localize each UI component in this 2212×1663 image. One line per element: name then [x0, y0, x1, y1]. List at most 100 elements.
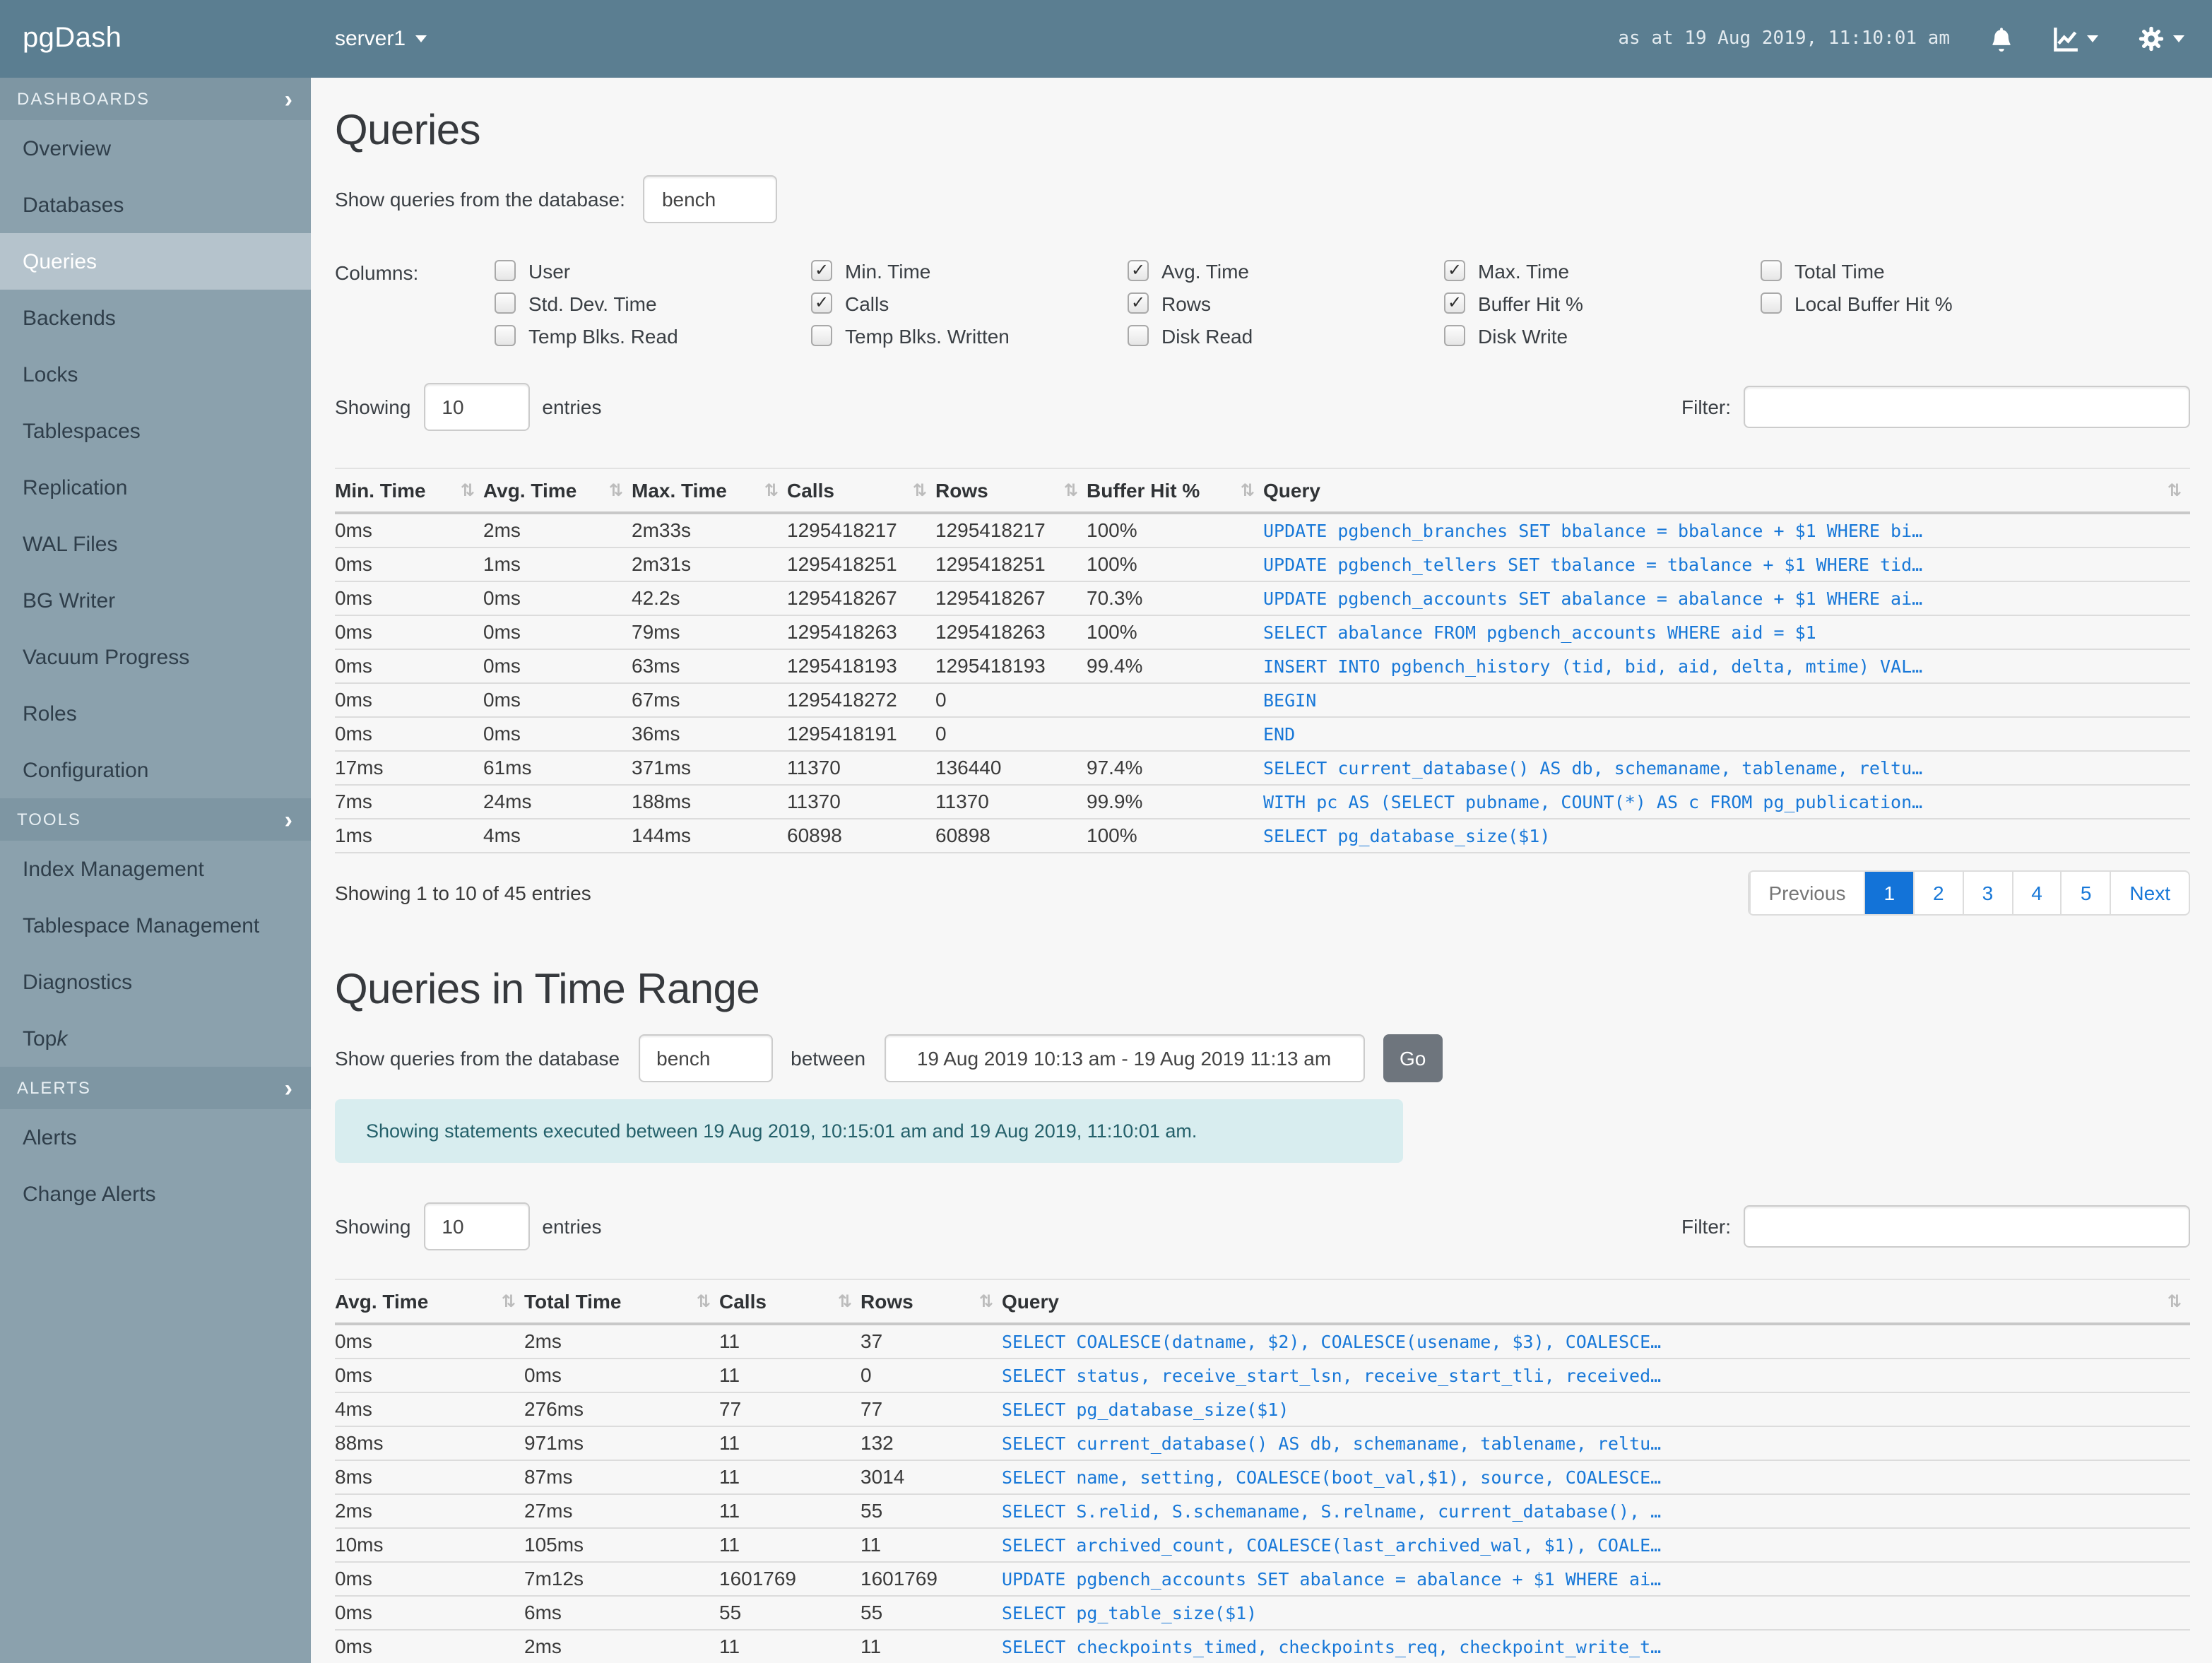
cell-calls: 11 — [719, 1460, 860, 1495]
query-link[interactable]: SELECT pg_table_size($1) — [1002, 1602, 2176, 1623]
query-link[interactable]: WITH pc AS (SELECT pubname, COUNT(*) AS … — [1263, 791, 2176, 812]
query-link[interactable]: SELECT checkpoints_timed, checkpoints_re… — [1002, 1636, 2176, 1657]
sort-icon[interactable] — [2167, 480, 2182, 500]
column-header[interactable]: Calls — [719, 1279, 860, 1325]
filter-input[interactable] — [1744, 1205, 2190, 1248]
sort-icon[interactable] — [1064, 480, 1078, 500]
sidebar-item[interactable]: Roles — [0, 685, 311, 742]
checkbox[interactable] — [1444, 325, 1465, 346]
server-selector[interactable]: server1 — [335, 27, 427, 51]
sort-icon[interactable] — [913, 480, 927, 500]
column-header[interactable]: Rows — [860, 1279, 1002, 1325]
checkbox[interactable] — [1444, 292, 1465, 314]
query-link[interactable]: BEGIN — [1263, 690, 2176, 711]
sort-icon[interactable] — [764, 480, 779, 500]
sort-icon[interactable] — [838, 1291, 852, 1311]
query-link[interactable]: SELECT pg_database_size($1) — [1002, 1399, 2176, 1420]
sidebar-section-header-tools[interactable]: TOOLS — [0, 798, 311, 841]
notifications-button[interactable] — [1989, 26, 2013, 52]
checkbox[interactable] — [1128, 292, 1149, 314]
query-link[interactable]: SELECT status, receive_start_lsn, receiv… — [1002, 1365, 2176, 1386]
page-button[interactable]: 4 — [2011, 872, 2061, 914]
column-header[interactable]: Buffer Hit % — [1087, 468, 1263, 514]
filter-input[interactable] — [1744, 386, 2190, 428]
sort-icon[interactable] — [979, 1291, 993, 1311]
sort-icon[interactable] — [2167, 1291, 2182, 1311]
app-logo[interactable]: pgDash — [0, 23, 311, 55]
checkbox[interactable] — [495, 260, 516, 281]
sidebar-section-header-alerts[interactable]: ALERTS — [0, 1067, 311, 1109]
column-header[interactable]: Avg. Time — [335, 1279, 524, 1325]
checkbox[interactable] — [1128, 260, 1149, 281]
column-header[interactable]: Avg. Time — [483, 468, 632, 514]
database-input[interactable] — [638, 1034, 773, 1082]
sidebar-item[interactable]: Top k — [0, 1010, 311, 1067]
sidebar-item[interactable]: WAL Files — [0, 516, 311, 572]
page-button[interactable]: Previous — [1749, 872, 1864, 914]
column-header[interactable]: Query — [1263, 468, 2190, 514]
page-button[interactable]: 1 — [1864, 872, 1914, 914]
go-button[interactable]: Go — [1383, 1034, 1443, 1082]
query-link[interactable]: END — [1263, 723, 2176, 745]
sort-icon[interactable] — [461, 480, 475, 500]
database-input[interactable] — [643, 175, 778, 223]
sidebar-item[interactable]: Queries — [0, 233, 311, 290]
query-link[interactable]: SELECT name, setting, COALESCE(boot_val,… — [1002, 1467, 2176, 1488]
query-link[interactable]: SELECT archived_count, COALESCE(last_arc… — [1002, 1534, 2176, 1556]
column-header[interactable]: Max. Time — [632, 468, 787, 514]
query-link[interactable]: SELECT COALESCE(datname, $2), COALESCE(u… — [1002, 1331, 2176, 1352]
sort-icon[interactable] — [502, 1291, 516, 1311]
query-link[interactable]: INSERT INTO pgbench_history (tid, bid, a… — [1263, 656, 2176, 677]
sidebar-item[interactable]: Diagnostics — [0, 954, 311, 1010]
checkbox[interactable] — [1761, 292, 1782, 314]
column-header[interactable]: Min. Time — [335, 468, 483, 514]
page-size-input[interactable] — [423, 1202, 530, 1250]
page-size-input[interactable] — [423, 383, 530, 431]
checkbox[interactable] — [1761, 260, 1782, 281]
sort-icon[interactable] — [1241, 480, 1255, 500]
sidebar-item[interactable]: Change Alerts — [0, 1166, 311, 1222]
checkbox[interactable] — [811, 260, 832, 281]
charts-menu-button[interactable] — [2053, 26, 2098, 52]
sidebar-item[interactable]: Index Management — [0, 841, 311, 897]
date-range-input[interactable] — [884, 1034, 1365, 1082]
sidebar-item[interactable]: Alerts — [0, 1109, 311, 1166]
query-link[interactable]: UPDATE pgbench_accounts SET abalance = a… — [1263, 588, 2176, 609]
query-link[interactable]: SELECT current_database() AS db, scheman… — [1263, 757, 2176, 779]
checkbox[interactable] — [1128, 325, 1149, 346]
query-link[interactable]: SELECT current_database() AS db, scheman… — [1002, 1433, 2176, 1454]
query-link[interactable]: UPDATE pgbench_tellers SET tbalance = tb… — [1263, 554, 2176, 575]
sidebar-item[interactable]: Locks — [0, 346, 311, 403]
query-link[interactable]: SELECT S.relid, S.schemaname, S.relname,… — [1002, 1501, 2176, 1522]
checkbox[interactable] — [1444, 260, 1465, 281]
settings-menu-button[interactable] — [2138, 25, 2184, 52]
query-link[interactable]: UPDATE pgbench_branches SET bbalance = b… — [1263, 520, 2176, 541]
sidebar-item[interactable]: Vacuum Progress — [0, 629, 311, 685]
sidebar-item[interactable]: Configuration — [0, 742, 311, 798]
checkbox[interactable] — [495, 325, 516, 346]
query-link[interactable]: UPDATE pgbench_accounts SET abalance = a… — [1002, 1568, 2176, 1590]
sidebar-item[interactable]: Databases — [0, 177, 311, 233]
sidebar-item[interactable]: Replication — [0, 459, 311, 516]
sidebar-item[interactable]: Overview — [0, 120, 311, 177]
page-button[interactable]: 2 — [1913, 872, 1963, 914]
column-header[interactable]: Total Time — [524, 1279, 719, 1325]
page-button[interactable]: Next — [2110, 872, 2189, 914]
page-button[interactable]: 5 — [2060, 872, 2110, 914]
column-header[interactable]: Rows — [935, 468, 1087, 514]
checkbox[interactable] — [811, 292, 832, 314]
sidebar-item[interactable]: Tablespace Management — [0, 897, 311, 954]
sidebar-section-header-dashboards[interactable]: DASHBOARDS — [0, 78, 311, 120]
sidebar-item[interactable]: Tablespaces — [0, 403, 311, 459]
sort-icon[interactable] — [697, 1291, 711, 1311]
checkbox[interactable] — [495, 292, 516, 314]
column-header[interactable]: Query — [1002, 1279, 2190, 1325]
sort-icon[interactable] — [609, 480, 623, 500]
column-header[interactable]: Calls — [787, 468, 935, 514]
query-link[interactable]: SELECT pg_database_size($1) — [1263, 825, 2176, 846]
query-link[interactable]: SELECT abalance FROM pgbench_accounts WH… — [1263, 622, 2176, 643]
checkbox[interactable] — [811, 325, 832, 346]
page-button[interactable]: 3 — [1962, 872, 2012, 914]
sidebar-item[interactable]: BG Writer — [0, 572, 311, 629]
sidebar-item[interactable]: Backends — [0, 290, 311, 346]
